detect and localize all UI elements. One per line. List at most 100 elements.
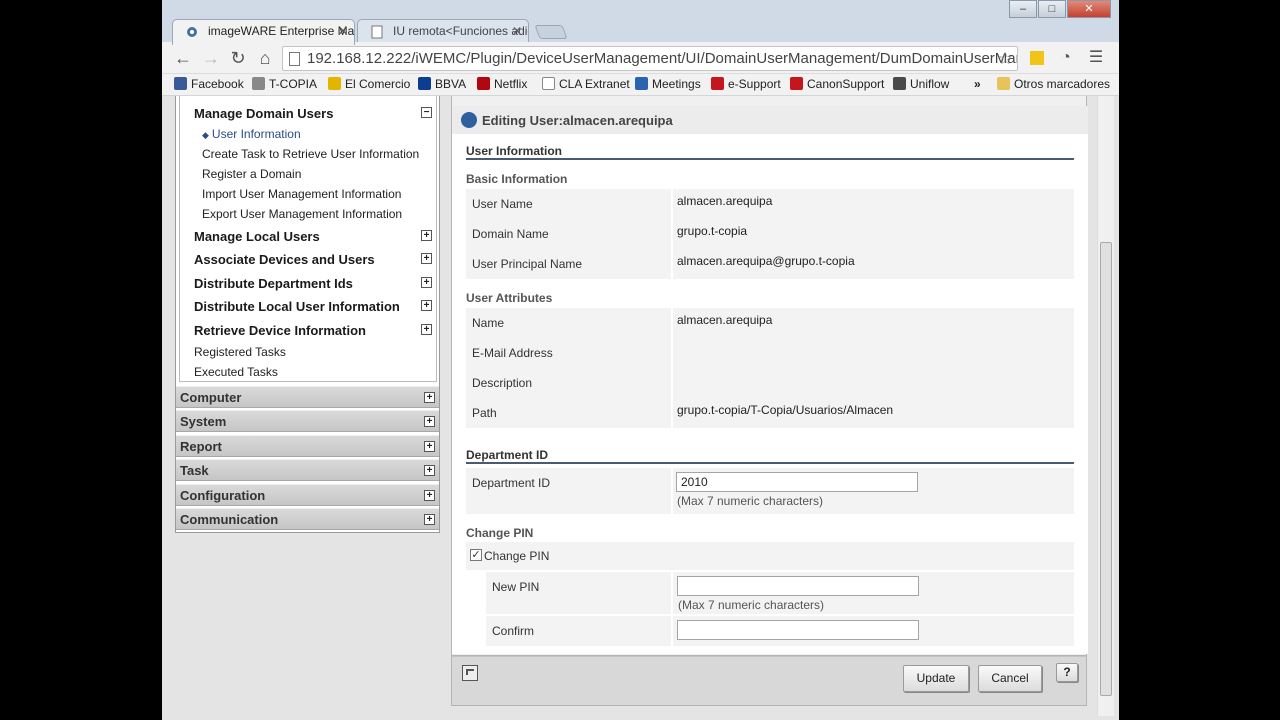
basic-information-heading: Basic Information xyxy=(466,172,568,186)
home-icon[interactable]: ⌂ xyxy=(254,47,276,69)
bookmark-meetings[interactable]: Meetings xyxy=(635,77,701,91)
bullet-icon: ◆ xyxy=(202,130,209,140)
category-system[interactable]: System + xyxy=(176,410,439,432)
category-report[interactable]: Report + xyxy=(176,435,439,457)
change-pin-checkbox[interactable]: ✓ xyxy=(470,549,482,561)
department-id-heading: Department ID xyxy=(466,448,549,462)
maximize-button[interactable]: □ xyxy=(1038,0,1066,18)
bookmark-uniflow[interactable]: Uniflow xyxy=(893,77,949,91)
bookmark-facebook[interactable]: Facebook xyxy=(174,77,244,91)
close-window-button[interactable]: ✕ xyxy=(1067,0,1111,18)
department-id-input[interactable]: 2010 xyxy=(676,472,918,492)
panel-body: User Information Basic Information User … xyxy=(452,134,1088,654)
menu-icon[interactable]: ☰ xyxy=(1085,47,1107,69)
sidebar-executed-tasks[interactable]: Executed Tasks xyxy=(194,365,278,379)
star-icon[interactable]: ☆ xyxy=(998,47,1013,70)
expand-icon[interactable]: + xyxy=(421,324,432,335)
bookmark-tcopia[interactable]: T-COPIA xyxy=(252,77,317,91)
sidebar-item-export[interactable]: Export User Management Information xyxy=(202,207,402,221)
expand-icon[interactable]: + xyxy=(421,253,432,264)
panel-titlebar: Editing User:almacen.arequipa xyxy=(452,106,1088,134)
tab-imageware[interactable]: imageWARE Enterprise Ma ✕ xyxy=(172,19,355,45)
expand-icon[interactable]: + xyxy=(424,392,435,403)
close-tab-icon[interactable]: ✕ xyxy=(512,24,522,38)
reload-icon[interactable]: ↻ xyxy=(227,47,249,69)
bookmark-netflix[interactable]: Netflix xyxy=(477,77,527,91)
more-bookmarks-icon[interactable]: » xyxy=(974,77,981,91)
esupport-icon xyxy=(711,77,724,90)
tab-title: imageWARE Enterprise Ma xyxy=(208,24,355,38)
window-controls: – □ ✕ xyxy=(1009,0,1111,18)
sidebar-manage-local-users[interactable]: Manage Local Users xyxy=(194,229,320,244)
bookmark-esupport[interactable]: e-Support xyxy=(711,77,781,91)
category-task[interactable]: Task + xyxy=(176,459,439,481)
confirm-pin-input[interactable] xyxy=(677,620,919,640)
section-divider xyxy=(466,158,1074,160)
meetings-icon xyxy=(635,77,648,90)
category-configuration[interactable]: Configuration + xyxy=(176,484,439,506)
tab-title: IU remota<Funciones adici xyxy=(393,24,529,38)
new-pin-input[interactable] xyxy=(677,576,919,596)
bookmark-elcomercio[interactable]: El Comercio xyxy=(328,77,410,91)
expand-icon[interactable]: + xyxy=(421,230,432,241)
cancel-button[interactable]: Cancel xyxy=(978,665,1042,692)
expand-icon[interactable]: + xyxy=(424,465,435,476)
row-value: almacen.arequipa xyxy=(677,194,773,208)
bookmark-bbva[interactable]: BBVA xyxy=(418,77,466,91)
row-change-pin: ✓ Change PIN xyxy=(466,542,1074,570)
back-arrow-icon[interactable]: ← xyxy=(172,47,194,69)
expand-icon[interactable]: + xyxy=(424,416,435,427)
row-label: E-Mail Address xyxy=(472,346,553,360)
expand-icon[interactable]: + xyxy=(424,441,435,452)
sidebar-distribute-department-ids[interactable]: Distribute Department Ids xyxy=(194,276,353,291)
sidebar-registered-tasks[interactable]: Registered Tasks xyxy=(194,345,286,359)
user-attributes-heading: User Attributes xyxy=(466,291,553,305)
scrollbar-thumb[interactable] xyxy=(1100,242,1112,696)
sidebar-retrieve-device-info[interactable]: Retrieve Device Information xyxy=(194,323,366,338)
page-icon xyxy=(289,52,300,66)
page-scrollbar[interactable] xyxy=(1097,96,1114,716)
sidebar: Manage Domain Users − ◆ User Information … xyxy=(175,96,440,533)
uniflow-icon xyxy=(893,77,906,90)
row-email: E-Mail Address xyxy=(466,338,1074,368)
expand-icon[interactable]: + xyxy=(424,514,435,525)
category-communication[interactable]: Communication + xyxy=(176,508,439,530)
collapse-icon[interactable]: − xyxy=(421,107,432,118)
row-department-id: Department ID 2010 (Max 7 numeric charac… xyxy=(466,468,1074,514)
clock-icon[interactable]: ◔ xyxy=(1055,47,1077,69)
gear-icon xyxy=(187,27,197,37)
category-computer[interactable]: Computer + xyxy=(176,386,439,408)
update-button[interactable]: Update xyxy=(903,665,969,692)
panel-title: Editing User:almacen.arequipa xyxy=(482,113,673,128)
expand-icon[interactable]: + xyxy=(424,490,435,501)
bookmark-canonsupport[interactable]: CanonSupport xyxy=(790,77,884,91)
change-pin-label[interactable]: Change PIN xyxy=(484,549,549,563)
forward-arrow-icon[interactable]: → xyxy=(200,47,222,69)
department-id-hint: (Max 7 numeric characters) xyxy=(677,494,824,508)
page-icon xyxy=(542,77,555,90)
row-description: Description xyxy=(466,368,1074,398)
extension-icon[interactable] xyxy=(1026,47,1048,69)
expand-icon[interactable]: + xyxy=(421,277,432,288)
row-user-principal-name: User Principal Name almacen.arequipa@grup… xyxy=(466,249,1074,279)
address-bar[interactable]: 192.168.12.222/iWEMC/Plugin/DeviceUserMa… xyxy=(282,46,1018,71)
expand-icon[interactable]: + xyxy=(421,300,432,311)
close-tab-icon[interactable]: ✕ xyxy=(338,24,348,38)
collapse-panel-icon[interactable] xyxy=(462,665,478,681)
bookmark-cla-extranet[interactable]: CLA Extranet xyxy=(542,77,630,91)
sidebar-item-create-task[interactable]: Create Task to Retrieve User Information xyxy=(202,147,419,161)
sidebar-item-import[interactable]: Import User Management Information xyxy=(202,187,401,201)
sidebar-distribute-local-user-info[interactable]: Distribute Local User Information xyxy=(194,299,400,314)
new-pin-hint: (Max 7 numeric characters) xyxy=(678,598,825,612)
row-value: grupo.t-copia/T-Copia/Usuarios/Almacen xyxy=(677,403,894,417)
bookmarks-bar: Facebook T-COPIA El Comercio BBVA Netfli… xyxy=(162,74,1119,96)
row-label: Domain Name xyxy=(472,227,549,241)
sidebar-associate-devices[interactable]: Associate Devices and Users xyxy=(194,252,375,267)
new-tab-button[interactable] xyxy=(534,25,568,39)
sidebar-item-user-information[interactable]: ◆ User Information xyxy=(202,127,301,141)
help-button[interactable]: ? xyxy=(1056,663,1078,682)
minimize-button[interactable]: – xyxy=(1009,0,1037,18)
sidebar-manage-domain-users[interactable]: Manage Domain Users xyxy=(194,106,333,121)
sidebar-item-register-domain[interactable]: Register a Domain xyxy=(202,167,301,181)
other-bookmarks-folder[interactable]: Otros marcadores xyxy=(997,77,1110,91)
